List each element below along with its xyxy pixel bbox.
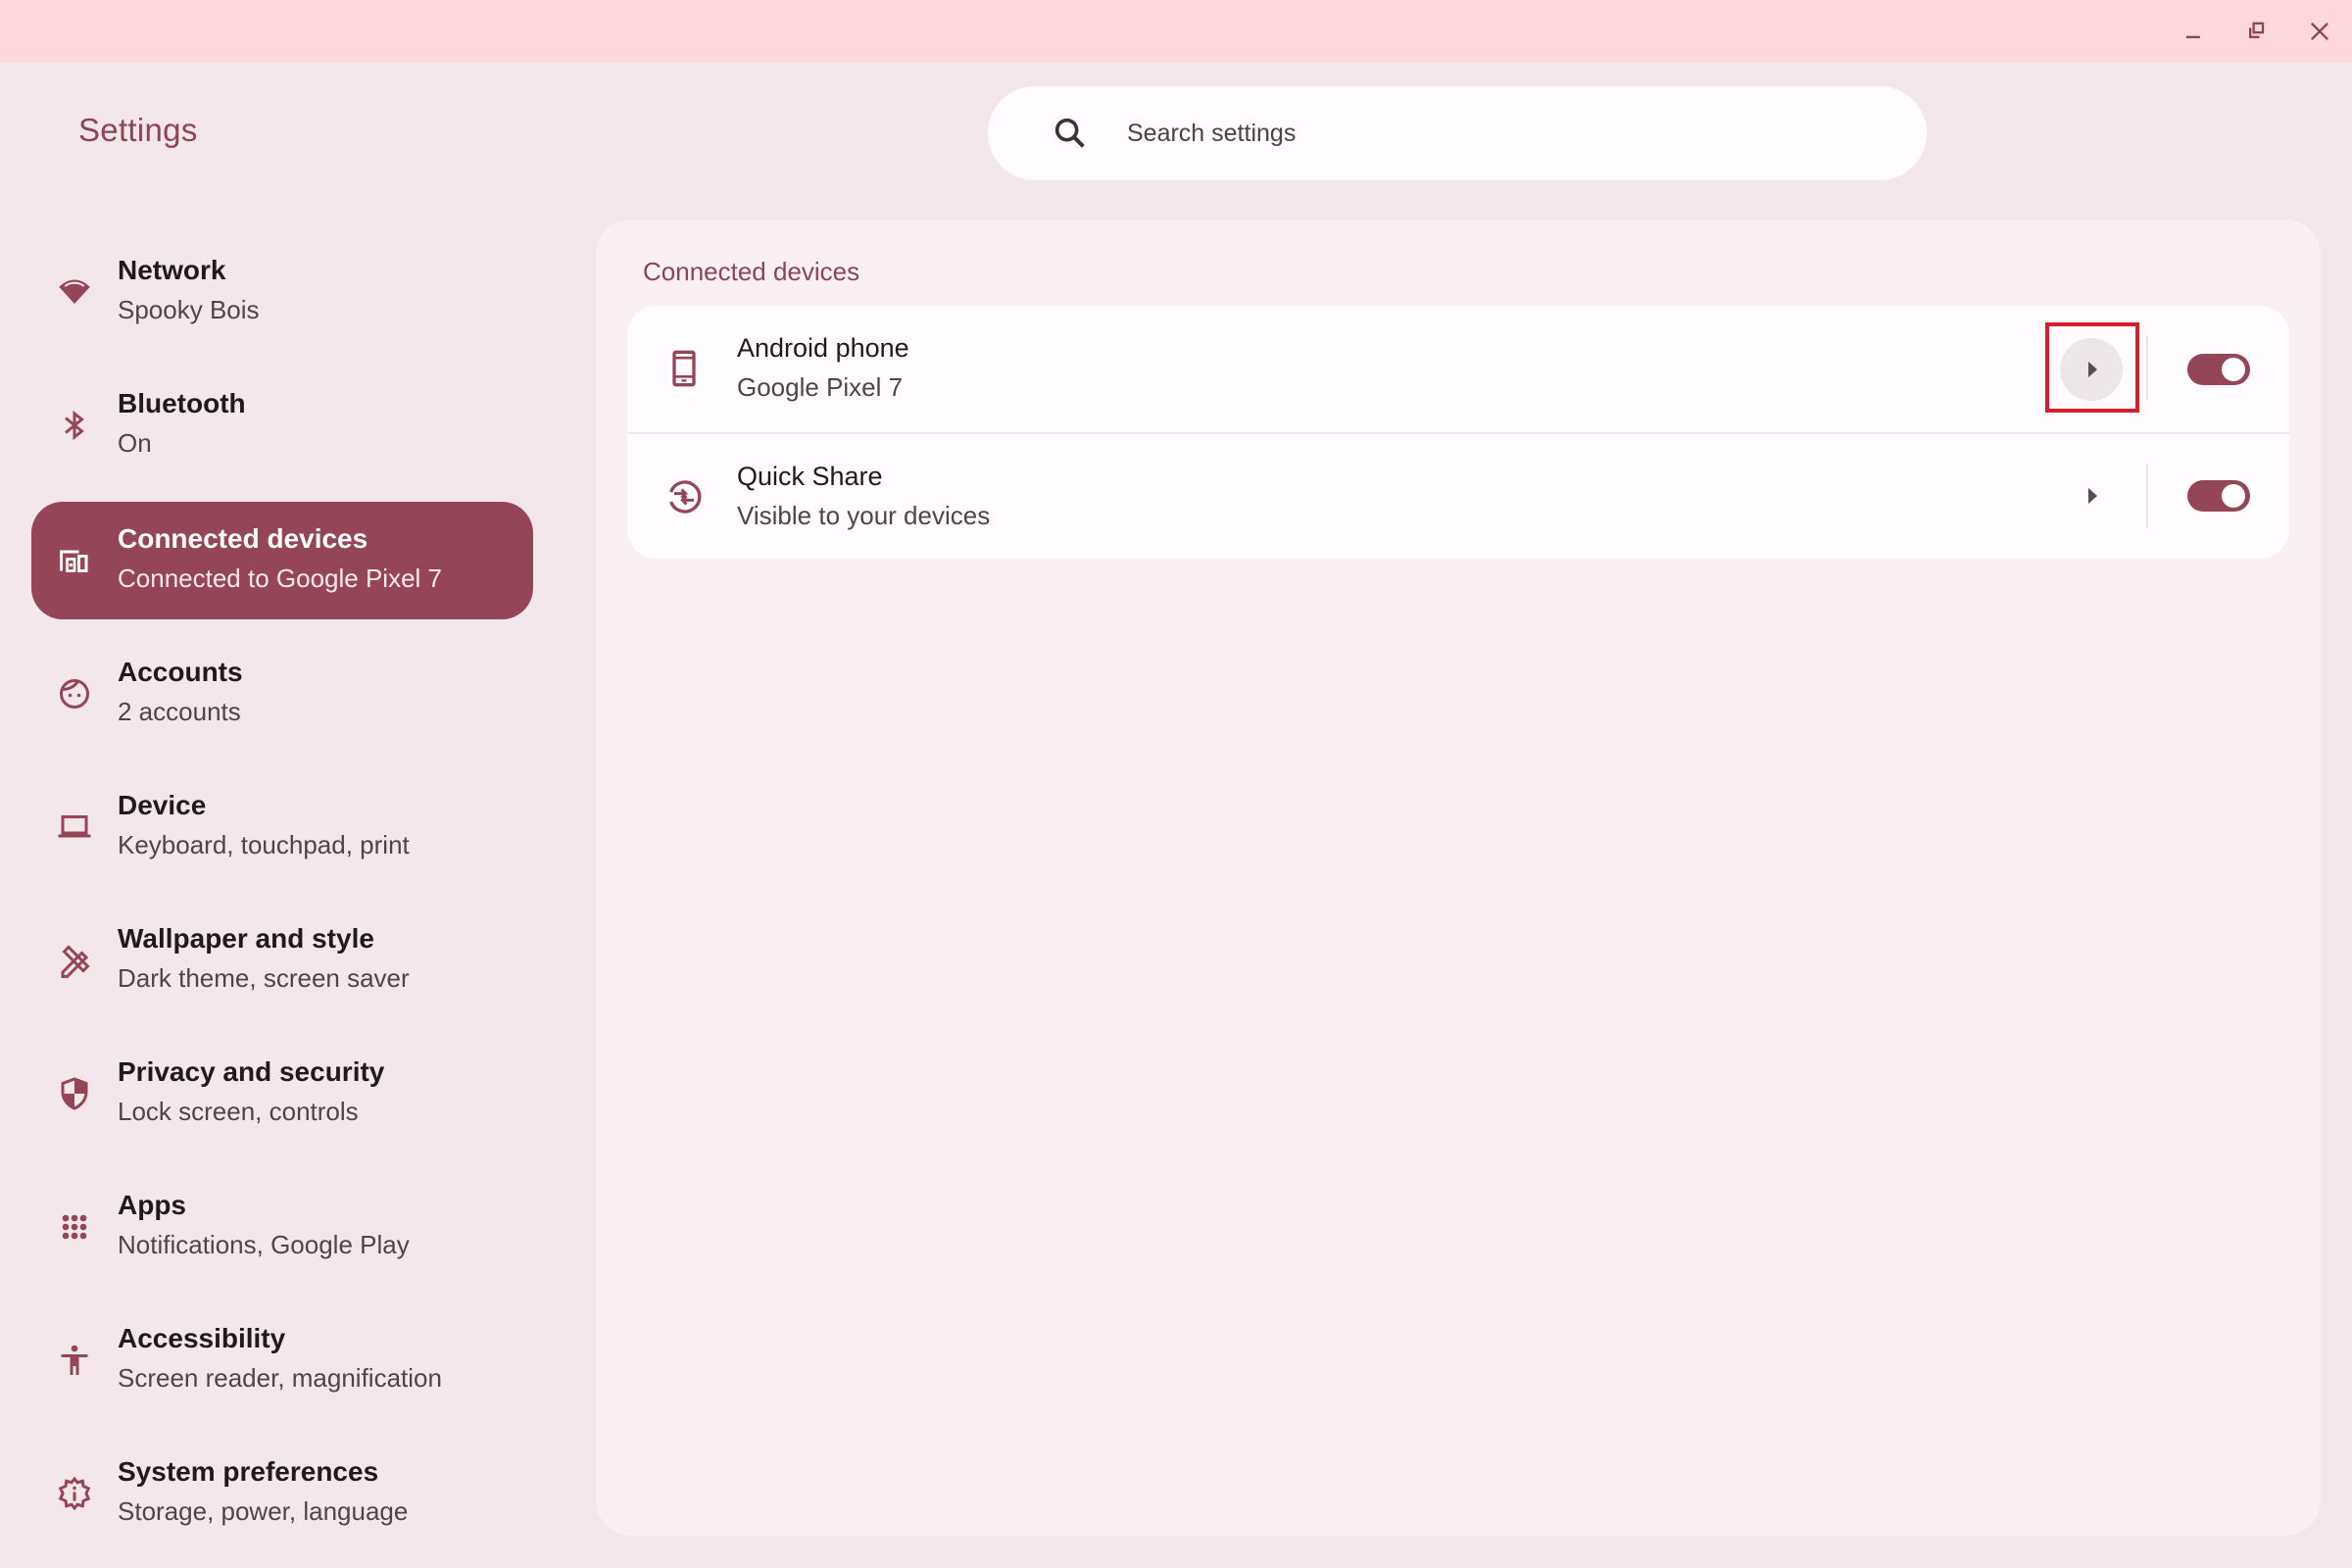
- sidebar-item-sub: On: [118, 428, 152, 458]
- minimize-button[interactable]: [2175, 12, 2214, 51]
- sidebar-item-accounts[interactable]: Accounts 2 accounts: [31, 635, 533, 753]
- laptop-icon: [57, 809, 92, 845]
- app-title: Settings: [78, 112, 198, 148]
- face-icon: [57, 676, 92, 711]
- sidebar-item-sub: Storage, power, language: [118, 1496, 409, 1526]
- sidebar-item-sub: Notifications, Google Play: [118, 1230, 410, 1259]
- arrow-right-icon: [2088, 488, 2097, 504]
- shield-icon: [57, 1076, 92, 1111]
- sidebar-item-label: Wallpaper and style: [118, 923, 374, 954]
- sidebar-item-accessibility[interactable]: Accessibility Screen reader, magnificati…: [31, 1301, 533, 1419]
- sidebar-item-label: Bluetooth: [118, 388, 246, 418]
- wifi-icon: [57, 274, 92, 310]
- restore-icon: [2249, 22, 2265, 38]
- sidebar-item-bluetooth[interactable]: Bluetooth On: [31, 367, 533, 484]
- quick-share-row[interactable]: Quick Share Visible to your devices: [627, 432, 2289, 559]
- section-title: Connected devices: [643, 257, 860, 286]
- settings-info-icon: [57, 1476, 92, 1511]
- divider: [2146, 464, 2148, 528]
- quick-share-toggle[interactable]: [2187, 480, 2250, 512]
- sidebar-item-apps[interactable]: Apps Notifications, Google Play: [31, 1168, 533, 1286]
- sidebar-item-label: Network: [118, 255, 226, 285]
- quick-share-icon: [664, 477, 704, 516]
- sidebar-item-label: Accessibility: [118, 1323, 286, 1353]
- toggle-knob: [2222, 484, 2245, 508]
- search-input[interactable]: [1125, 104, 1889, 163]
- sidebar-item-label: Apps: [118, 1190, 186, 1220]
- sidebar-item-sub: Keyboard, touchpad, print: [118, 830, 410, 859]
- sidebar-item-label: System preferences: [118, 1456, 379, 1487]
- sidebar-item-device[interactable]: Device Keyboard, touchpad, print: [31, 768, 533, 886]
- search-icon: [1054, 118, 1085, 148]
- sidebar-item-sub: Lock screen, controls: [118, 1097, 359, 1126]
- android-phone-toggle[interactable]: [2187, 354, 2250, 385]
- minimize-icon: [2185, 35, 2200, 38]
- toggle-knob: [2222, 358, 2245, 381]
- apps-grid-icon: [57, 1209, 92, 1245]
- row-subtitle: Google Pixel 7: [737, 372, 904, 402]
- sidebar-item-privacy[interactable]: Privacy and security Lock screen, contro…: [31, 1035, 533, 1152]
- main-panel: Connected devices Android phone Google P…: [596, 220, 2321, 1536]
- row-title: Quick Share: [737, 462, 883, 491]
- sidebar-item-label: Privacy and security: [118, 1056, 385, 1087]
- accessibility-icon: [57, 1343, 92, 1378]
- sidebar-item-wallpaper[interactable]: Wallpaper and style Dark theme, screen s…: [31, 902, 533, 1019]
- sidebar-item-label: Device: [118, 790, 207, 820]
- connected-devices-icon: [57, 543, 92, 578]
- sidebar-item-label: Connected devices: [118, 523, 368, 554]
- row-title: Android phone: [737, 333, 909, 363]
- title-bar: [0, 0, 2352, 63]
- android-phone-subpage-button[interactable]: [2060, 338, 2123, 401]
- sidebar-item-label: Accounts: [118, 657, 243, 687]
- row-subtitle: Visible to your devices: [737, 501, 991, 530]
- restore-button[interactable]: [2236, 12, 2276, 51]
- sidebar-item-sub: Connected to Google Pixel 7: [118, 564, 442, 593]
- arrow-right-icon: [2088, 362, 2097, 377]
- sidebar-item-sub: Dark theme, screen saver: [118, 963, 410, 993]
- android-phone-row[interactable]: Android phone Google Pixel 7: [627, 306, 2289, 432]
- sidebar-item-network[interactable]: Network Spooky Bois: [31, 233, 533, 351]
- sidebar-item-connected-devices[interactable]: Connected devices Connected to Google Pi…: [31, 502, 533, 619]
- design-icon: [57, 943, 92, 978]
- sidebar-item-system-preferences[interactable]: System preferences Storage, power, langu…: [31, 1435, 533, 1552]
- bluetooth-icon: [57, 408, 92, 443]
- close-button[interactable]: [2300, 12, 2339, 51]
- search-box[interactable]: [988, 86, 1927, 180]
- quick-share-subpage-button[interactable]: [2060, 465, 2123, 527]
- close-icon: [2311, 23, 2328, 40]
- sidebar-item-sub: Spooky Bois: [118, 295, 260, 324]
- divider: [2146, 335, 2148, 400]
- sidebar-item-sub: 2 accounts: [118, 697, 241, 726]
- sidebar-item-sub: Screen reader, magnification: [118, 1363, 442, 1393]
- phone-icon: [664, 349, 704, 388]
- connected-devices-list: Android phone Google Pixel 7 Quick Share…: [627, 306, 2289, 559]
